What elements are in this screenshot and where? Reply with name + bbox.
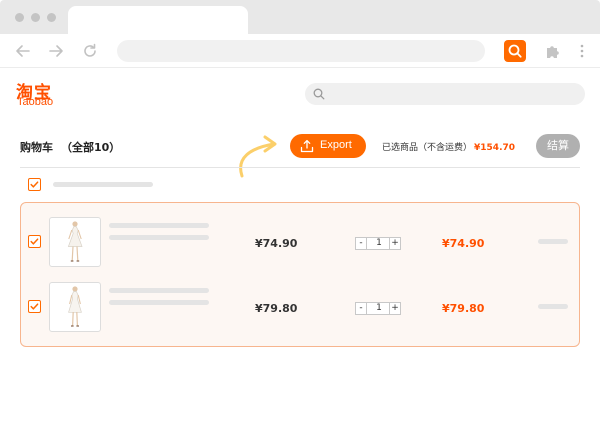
checkmark-icon — [30, 238, 39, 245]
select-all-checkbox[interactable] — [28, 178, 41, 191]
item-checkbox[interactable] — [28, 235, 41, 248]
search-extension-button[interactable] — [504, 40, 526, 62]
back-arrow-icon[interactable] — [14, 42, 32, 60]
cart-title-label: 购物车 — [20, 141, 53, 154]
cart-title: 购物车 （全部10） — [20, 139, 120, 155]
product-spec-placeholder — [109, 235, 209, 240]
logo-english-text: Taobao — [17, 96, 54, 108]
product-title-placeholder — [109, 223, 209, 228]
dress-image — [67, 221, 83, 262]
line-total: ¥74.90 — [442, 237, 485, 250]
cart-item-row: ¥79.80 - 1 + ¥79.80 — [21, 282, 581, 334]
dress-image — [68, 286, 82, 327]
kebab-menu-icon[interactable] — [577, 44, 587, 58]
decrease-quantity-button[interactable]: - — [355, 237, 367, 250]
browser-tab[interactable] — [68, 6, 248, 36]
browser-titlebar — [0, 0, 600, 36]
item-actions-placeholder — [538, 239, 568, 244]
checkmark-icon — [30, 181, 39, 188]
cart-count-label: （全部10） — [61, 141, 121, 154]
search-icon — [313, 88, 325, 100]
decrease-quantity-button[interactable]: - — [355, 302, 367, 315]
product-spec-placeholder — [109, 300, 209, 305]
selected-total: ¥154.70 — [474, 143, 516, 153]
unit-price: ¥79.80 — [255, 302, 298, 315]
product-thumbnail[interactable] — [49, 282, 101, 332]
curved-arrow-icon — [239, 135, 277, 178]
search-icon — [508, 44, 522, 58]
checkout-button[interactable]: 结算 — [536, 134, 580, 158]
window-maximize-dot[interactable] — [47, 13, 56, 22]
selected-summary: 已选商品（不含运费） ¥154.70 — [382, 140, 515, 153]
line-total: ¥79.80 — [442, 302, 485, 315]
export-button[interactable]: Export — [290, 134, 366, 158]
puzzle-icon[interactable] — [545, 43, 561, 59]
browser-toolbar — [0, 34, 600, 68]
quantity-stepper: - 1 + — [355, 237, 401, 250]
quantity-value[interactable]: 1 — [370, 303, 388, 314]
browser-window: 淘宝 Taobao 购物车 （全部10） Export 已选商品（不含运费） ¥15… — [0, 0, 600, 440]
window-close-dot[interactable] — [15, 13, 24, 22]
increase-quantity-button[interactable]: + — [389, 237, 401, 250]
item-checkbox[interactable] — [28, 300, 41, 313]
selected-label: 已选商品（不含运费） — [382, 143, 473, 153]
export-icon — [300, 139, 314, 153]
header-divider — [20, 167, 580, 168]
export-button-label: Export — [320, 139, 352, 151]
unit-price: ¥74.90 — [255, 237, 298, 250]
increase-quantity-button[interactable]: + — [389, 302, 401, 315]
checkmark-icon — [30, 303, 39, 310]
reload-icon[interactable] — [81, 42, 99, 60]
taobao-logo[interactable]: 淘宝 Taobao — [16, 78, 76, 112]
product-title-placeholder — [109, 288, 209, 293]
window-minimize-dot[interactable] — [31, 13, 40, 22]
quantity-value[interactable]: 1 — [370, 238, 388, 249]
address-bar[interactable] — [117, 40, 485, 62]
quantity-stepper: - 1 + — [355, 302, 401, 315]
item-actions-placeholder — [538, 304, 568, 309]
site-search-input[interactable] — [305, 83, 585, 105]
cart-item-row: ¥74.90 - 1 + ¥74.90 — [21, 217, 581, 269]
cart-items-group: ¥74.90 - 1 + ¥74.90 ¥79.80 - 1 + ¥79.80 — [20, 202, 580, 347]
shop-name-placeholder — [53, 182, 153, 187]
product-thumbnail[interactable] — [49, 217, 101, 267]
forward-arrow-icon[interactable] — [47, 42, 65, 60]
